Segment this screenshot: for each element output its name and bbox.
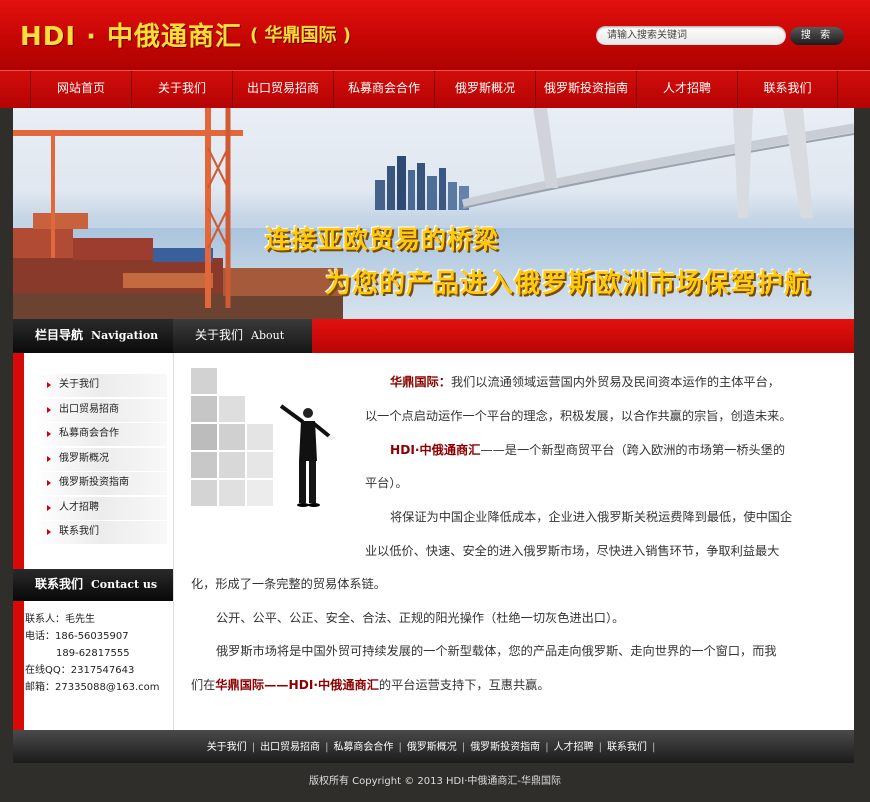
sidebar-item-export[interactable]: 出口贸易招商 [35, 398, 167, 423]
main-nav: 网站首页 关于我们 出口贸易招商 私募商会合作 俄罗斯概况 俄罗斯投资指南 人才… [0, 70, 870, 108]
contact-qq: 在线QQ：2317547643 [25, 665, 135, 676]
sidebar-item-label: 俄罗斯概况 [59, 452, 109, 464]
sidebar-item-label: 私募商会合作 [59, 428, 119, 439]
paragraph-text: 公开、公平、公正、安全、合法、正规的阳光操作（杜绝一切灰色进出口）。 [216, 611, 625, 625]
footer-separator: | [461, 742, 466, 753]
sidebar-item-about[interactable]: 关于我们 [35, 374, 167, 398]
sidebar-title-cn: 栏目导航 [35, 328, 84, 342]
sidebar-item-contact[interactable]: 联系我们 [35, 521, 167, 545]
logo-sub-text: ( 华鼎国际 ) [250, 25, 351, 46]
logo-main-text: HDI · 中俄通商汇 [20, 21, 242, 52]
highlight-huading: 华鼎国际： [390, 375, 451, 389]
tab-about-cn: 关于我们 [195, 328, 244, 342]
contact-email: 邮箱：27335088@163.com [25, 682, 160, 693]
paragraph-text: 化，形成了一条完整的贸易体系链。 [191, 577, 386, 591]
paragraph-text: 平台）。 [365, 476, 408, 490]
about-paragraph-3: 将保证为中国企业降低成本，企业进入俄罗斯关税运费降到最低，使中国企 [390, 501, 845, 535]
contact-phone-2: 189-62817555 [56, 648, 130, 659]
footer-link-export[interactable]: 出口贸易招商 [260, 742, 320, 753]
banner-slogan-2: 为您的产品进入俄罗斯欧洲市场保驾护航 [325, 269, 812, 299]
sidebar-title: 栏目导航 Navigation [13, 319, 173, 353]
nav-item-investment-guide[interactable]: 俄罗斯投资指南 [535, 71, 636, 108]
contact-info: 联系人：毛先生 电话：186-56035907 189-62817555 在线Q… [25, 611, 175, 696]
sidebar-red-bar [13, 353, 24, 730]
about-paragraph-5b: 们在华鼎国际——HDI·中俄通商汇的平台运营支持下，互惠共赢。 [191, 669, 841, 703]
footer-link-private-equity[interactable]: 私募商会合作 [333, 742, 393, 753]
businessman-illustration [191, 368, 335, 507]
sidebar-menu: 关于我们 出口贸易招商 私募商会合作 俄罗斯概况 俄罗斯投资指南 人才招聘 联系… [35, 374, 167, 546]
footer-link-investment-guide[interactable]: 俄罗斯投资指南 [470, 742, 540, 753]
footer-separator: | [545, 742, 549, 753]
hero-banner: 连接亚欧贸易的桥梁 为您的产品进入俄罗斯欧洲市场保驾护航 [13, 108, 854, 319]
about-paragraph-5: 俄罗斯市场将是中国外贸可持续发展的一个新型载体，您的产品走向俄罗斯、走向世界的一… [216, 635, 846, 669]
footer-link-jobs[interactable]: 人才招聘 [554, 742, 594, 753]
sidebar-item-label: 人才招聘 [59, 501, 99, 513]
content-top-strip [312, 319, 854, 353]
tab-about[interactable]: 关于我们 About [173, 319, 312, 353]
footer-nav: 关于我们 | 出口贸易招商 | 私募商会合作 | 俄罗斯概况 | 俄罗斯投资指南 | 人才招聘 | 联系… [13, 730, 854, 763]
paragraph-text: 将保证为中国企业降低成本，企业进入俄罗斯关税运费降到最低，使中国企 [390, 510, 793, 524]
arrow-right-icon [47, 406, 51, 413]
paragraph-text: 以一个点启动运作一个平台的理念，积极发展，以合作共赢的宗旨，创造未来。 [365, 409, 792, 423]
nav-item-about[interactable]: 关于我们 [131, 71, 232, 108]
copyright-text: 版权所有 Copyright © 2013 HDI·中俄通商汇-华鼎国际 [309, 776, 561, 787]
site-logo[interactable]: HDI · 中俄通商汇 ( 华鼎国际 ) [20, 15, 351, 53]
sidebar-item-label: 俄罗斯投资指南 [59, 477, 129, 488]
contact-title-en: Contact us [91, 578, 158, 591]
highlight-hdi: HDI·中俄通商汇 [390, 443, 481, 457]
highlight-huading-hdi: 华鼎国际——HDI·中俄通商汇 [215, 678, 379, 692]
paragraph-text: ——是一个新型商贸平台（跨入欧洲的市场第一桥头堡的 [480, 443, 786, 457]
site-header: HDI · 中俄通商汇 ( 华鼎国际 ) 搜 索 [0, 0, 870, 70]
banner-slogan-1: 连接亚欧贸易的桥梁 [265, 225, 500, 254]
content-area: 栏目导航 Navigation 关于我们 About 关于我们 出口贸易招商 私募商… [13, 319, 854, 730]
footer-link-russia-overview[interactable]: 俄罗斯概况 [407, 742, 457, 753]
sidebar-item-label: 出口贸易招商 [59, 403, 119, 415]
arrow-right-icon [47, 529, 51, 535]
footer-separator: | [251, 742, 256, 753]
nav-item-contact[interactable]: 联系我们 [737, 71, 838, 108]
footer-separator: | [598, 742, 602, 753]
arrow-right-icon [47, 480, 51, 486]
footer-separator: | [325, 742, 329, 753]
nav-item-russia-overview[interactable]: 俄罗斯概况 [434, 71, 535, 108]
about-paragraph-4: 公开、公平、公正、安全、合法、正规的阳光操作（杜绝一切灰色进出口）。 [216, 602, 846, 636]
arrow-right-icon [47, 431, 51, 437]
nav-item-home[interactable]: 网站首页 [30, 71, 131, 108]
contact-person: 联系人：毛先生 [25, 614, 95, 625]
about-paragraph-2: HDI·中俄通商汇——是一个新型商贸平台（跨入欧洲的市场第一桥头堡的 [390, 434, 840, 468]
footer-link-contact[interactable]: 联系我们 [607, 742, 647, 753]
sidebar-item-russia-overview[interactable]: 俄罗斯概况 [35, 447, 167, 472]
paragraph-text: 俄罗斯市场将是中国外贸可持续发展的一个新型载体，您的产品走向俄罗斯、走向世界的一… [216, 644, 777, 658]
nav-item-export[interactable]: 出口贸易招商 [232, 71, 333, 108]
arrow-right-icon [47, 504, 51, 511]
sidebar-item-private-equity[interactable]: 私募商会合作 [35, 423, 167, 447]
sidebar-title-en: Navigation [91, 329, 159, 342]
about-paragraph-3b: 业以低价、快速、安全的进入俄罗斯市场，尽快进入销售环节，争取利益最大 [365, 535, 845, 569]
contact-phone-1: 电话：186-56035907 [25, 631, 129, 642]
about-paragraph-1: 华鼎国际：我们以流通领域运营国内外贸易及民间资本运作的主体平台， [390, 366, 840, 400]
footer-separator: | [398, 742, 402, 753]
contact-title-cn: 联系我们 [35, 577, 84, 591]
nav-item-jobs[interactable]: 人才招聘 [636, 71, 737, 108]
sidebar-item-investment-guide[interactable]: 俄罗斯投资指南 [35, 472, 167, 496]
search-button[interactable]: 搜 索 [790, 27, 844, 45]
paragraph-text: 我们以流通领域运营国内外贸易及民间资本运作的主体平台， [450, 375, 780, 389]
sidebar-item-label: 联系我们 [59, 526, 99, 537]
contact-title: 联系我们 Contact us [13, 569, 173, 601]
paragraph-text: 业以低价、快速、安全的进入俄罗斯市场，尽快进入销售环节，争取利益最大 [365, 544, 780, 558]
sidebar-item-jobs[interactable]: 人才招聘 [35, 496, 167, 521]
about-paragraph-1b: 以一个点启动运作一个平台的理念，积极发展，以合作共赢的宗旨，创造未来。 [365, 400, 845, 434]
sidebar-item-label: 关于我们 [59, 379, 99, 390]
about-paragraph-3c: 化，形成了一条完整的贸易体系链。 [191, 568, 841, 602]
search-input[interactable] [596, 26, 786, 45]
paragraph-text: 们在 [191, 678, 216, 692]
footer-separator: | [651, 742, 656, 753]
arrow-right-icon [47, 455, 51, 462]
nav-item-private-equity[interactable]: 私募商会合作 [333, 71, 434, 108]
paragraph-text: 的平台运营支持下，互惠共赢。 [378, 678, 550, 692]
footer-link-about[interactable]: 关于我们 [207, 742, 247, 753]
tab-about-en: About [251, 329, 285, 342]
about-paragraph-2b: 平台）。 [365, 467, 845, 501]
arrow-right-icon [47, 382, 51, 388]
